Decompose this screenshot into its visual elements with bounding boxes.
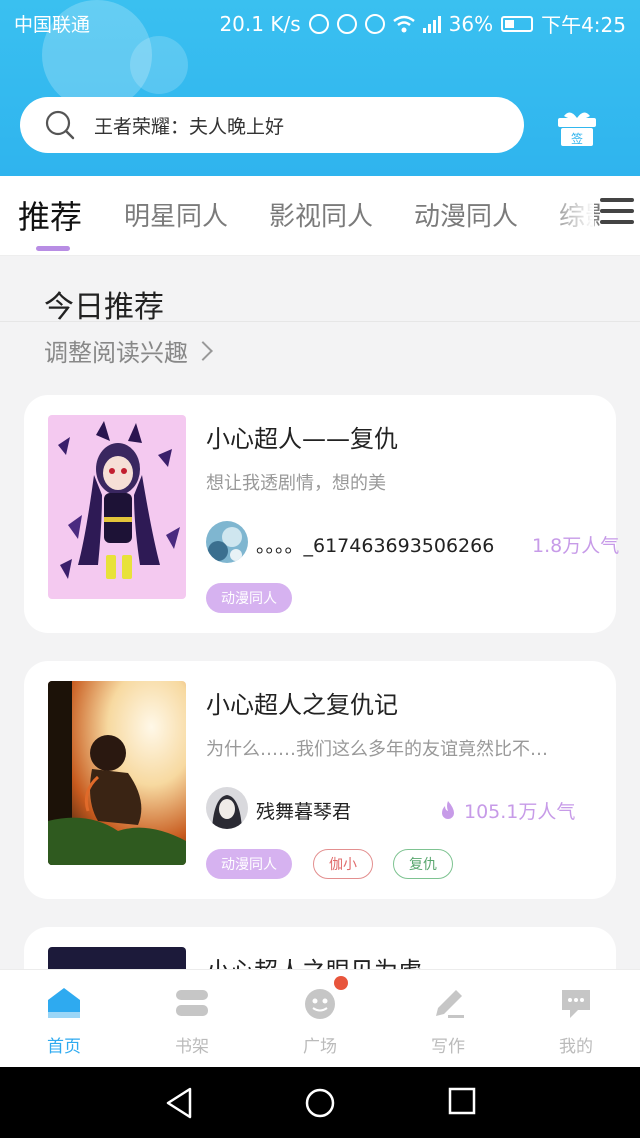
book-title: 小心超人之复仇记 — [206, 691, 398, 719]
alarm-icon — [336, 13, 357, 34]
book-description: 为什么……我们这么多年的友谊竟然比不… — [206, 739, 548, 760]
author-avatar — [206, 787, 248, 829]
author-avatar — [206, 521, 248, 563]
chevron-right-icon — [193, 340, 213, 361]
book-description: 想让我透剧情，想的美 — [206, 473, 386, 494]
network-speed: 20.1 K/s — [219, 11, 301, 36]
popularity-label: 105.1万人气 — [464, 801, 576, 823]
author-name: 。。。。_617463693506266 — [256, 535, 495, 557]
back-icon[interactable] — [164, 1087, 194, 1119]
popularity-count: 105.1万人气 — [440, 797, 575, 824]
book-title: 小心超人——复仇 — [206, 425, 398, 453]
nav-home[interactable]: 首页 — [24, 986, 104, 1057]
active-tab-indicator — [36, 246, 70, 251]
book-card[interactable]: 小心超人之复仇记 为什么……我们这么多年的友谊竟然比不… 残舞暮琴君 105.1… — [24, 661, 616, 899]
book-cover[interactable] — [48, 681, 186, 865]
nav-profile[interactable]: 我的 — [536, 986, 616, 1057]
genre-tag[interactable]: 伽小 — [313, 849, 373, 879]
wifi-icon — [392, 15, 415, 32]
nav-write-label: 写作 — [431, 1037, 465, 1057]
tab-celebrity-fanfic[interactable]: 明星同人 — [124, 196, 228, 233]
carrier-label: 中国联通 — [14, 14, 91, 36]
divider — [0, 321, 640, 322]
battery-icon — [501, 15, 534, 32]
nav-home-label: 首页 — [47, 1037, 81, 1057]
clock: 下午4:25 — [541, 13, 626, 37]
tab-anime-fanfic[interactable]: 动漫同人 — [414, 196, 518, 233]
nav-write[interactable]: 写作 — [408, 986, 488, 1057]
nav-bookshelf[interactable]: 书架 — [152, 986, 232, 1057]
popularity-count: 1.8万人气 — [532, 531, 619, 558]
bookshelf-icon — [176, 990, 208, 1016]
genre-tag[interactable]: 复仇 — [393, 849, 453, 879]
nav-square-label: 广场 — [303, 1037, 337, 1057]
eye-icon — [364, 13, 385, 34]
adjust-interest-link[interactable]: 调整阅读兴趣 — [44, 333, 213, 368]
menu-icon[interactable] — [600, 198, 634, 228]
sign-in-gift-icon[interactable]: 签 — [556, 108, 598, 148]
adjust-interest-label: 调整阅读兴趣 — [44, 339, 188, 367]
category-tabs: 推荐 明星同人 影视同人 动漫同人 综影 — [0, 176, 640, 256]
status-bar: 中国联通 20.1 K/s 36% 下午4:25 — [0, 0, 640, 46]
author-name: 残舞暮琴君 — [256, 801, 352, 823]
gift-badge-label: 签 — [571, 131, 583, 146]
home-button-icon[interactable] — [304, 1087, 336, 1119]
book-cover[interactable] — [48, 415, 186, 599]
system-nav-bar — [0, 1067, 640, 1138]
nav-bookshelf-label: 书架 — [175, 1037, 209, 1057]
header: 中国联通 20.1 K/s 36% 下午4:25 王者荣耀：夫人晚上好 签 — [0, 0, 640, 176]
signal-icon — [422, 15, 441, 33]
recents-icon[interactable] — [448, 1087, 476, 1115]
search-bar[interactable]: 王者荣耀：夫人晚上好 — [20, 97, 524, 153]
genre-tag[interactable]: 动漫同人 — [206, 583, 292, 613]
bottom-nav: 首页 书架 广场 写作 我的 — [0, 969, 640, 1067]
nav-square[interactable]: 广场 — [280, 986, 360, 1057]
square-icon — [305, 989, 335, 1019]
profile-icon — [562, 990, 590, 1018]
write-icon — [436, 990, 464, 1018]
popularity-label: 1.8万人气 — [532, 535, 620, 557]
flame-icon — [442, 800, 454, 819]
book-card[interactable]: 小心超人——复仇 想让我透剧情，想的美 。。。。_617463693506266… — [24, 395, 619, 633]
search-placeholder: 王者荣耀：夫人晚上好 — [94, 115, 285, 138]
genre-tag[interactable]: 动漫同人 — [206, 849, 292, 879]
nav-profile-label: 我的 — [559, 1037, 593, 1057]
notification-dot — [334, 976, 348, 990]
tab-recommend[interactable]: 推荐 — [18, 192, 82, 238]
home-icon — [48, 988, 80, 1018]
tab-film-fanfic[interactable]: 影视同人 — [269, 196, 373, 233]
section-title: 今日推荐 — [44, 290, 164, 325]
search-icon — [45, 110, 75, 140]
hd-icon — [308, 13, 329, 34]
battery-percent: 36% — [448, 11, 494, 36]
tab-fade — [544, 176, 594, 252]
